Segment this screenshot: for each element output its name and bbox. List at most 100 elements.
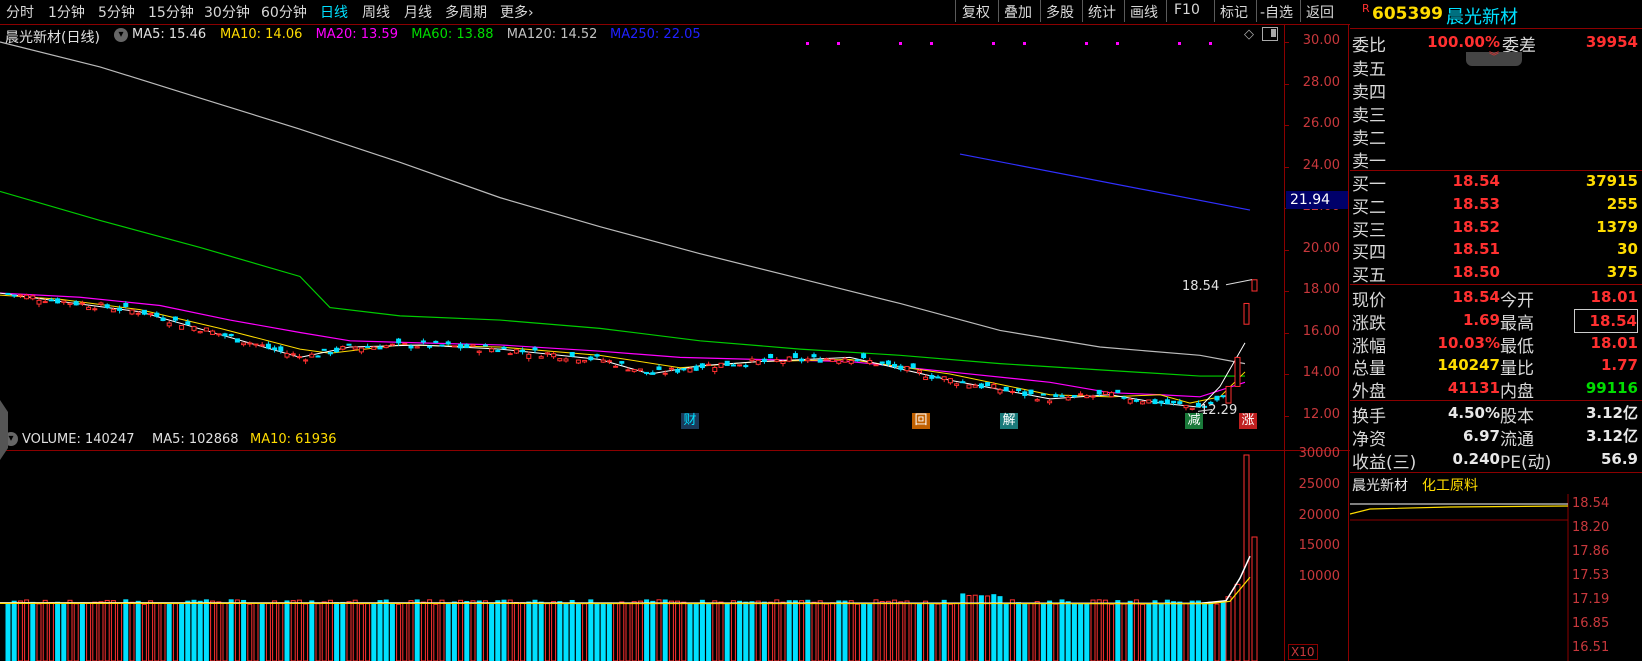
candle-body <box>129 309 135 315</box>
candle-body <box>433 340 439 343</box>
draw-line-button[interactable]: 画线 <box>1130 2 1158 22</box>
volume-bar <box>92 601 98 661</box>
stat-value: 3.12亿 <box>1585 426 1638 445</box>
stat-value: 0.240 <box>1452 449 1500 468</box>
period-tab-multi[interactable]: 多周期 <box>445 2 487 22</box>
sell-level: 卖二 <box>1350 124 1642 149</box>
mark-button[interactable]: 标记 <box>1220 2 1248 22</box>
period-tab-weekly[interactable]: 周线 <box>362 2 390 22</box>
multi-stock-button[interactable]: 多股 <box>1046 2 1074 22</box>
volume-bar <box>606 602 612 661</box>
volume-bar <box>1158 603 1164 661</box>
candle-body <box>365 345 371 348</box>
sell-level-label: 卖三 <box>1352 106 1386 126</box>
event-badge-buyback[interactable]: 回 <box>912 413 930 429</box>
volume-bar <box>1071 603 1077 661</box>
volume-bar <box>123 599 129 661</box>
overlay-button[interactable]: 叠加 <box>1004 2 1032 22</box>
candle-body <box>904 365 910 372</box>
volume-bar <box>892 599 898 661</box>
price-y-tick: 30.00 <box>1302 33 1340 48</box>
event-badge-reduce[interactable]: 减 <box>1185 413 1203 429</box>
candlestick-chart[interactable] <box>0 24 1284 450</box>
candle-body <box>997 389 1003 394</box>
stat-value: 4.50% <box>1447 404 1500 422</box>
volume-bar <box>706 603 712 661</box>
divider <box>1350 284 1642 285</box>
volume-bar <box>966 594 972 661</box>
volume-bar <box>1040 603 1046 661</box>
adjust-rights-button[interactable]: 复权 <box>962 2 990 22</box>
candle-body <box>712 366 718 373</box>
ma5-line <box>0 292 1246 408</box>
panel-divider <box>1348 24 1349 661</box>
candle-body <box>755 359 761 365</box>
volume-bar <box>11 600 17 661</box>
statistics-button[interactable]: 统计 <box>1088 2 1116 22</box>
mini-y-tick: 18.54 <box>1572 496 1610 511</box>
period-tab-5min[interactable]: 5分钟 <box>98 2 135 22</box>
candle-body <box>17 294 23 297</box>
volume-bar <box>749 601 755 661</box>
period-tab-more[interactable]: 更多› <box>500 2 534 22</box>
candle-body <box>98 302 104 305</box>
period-tab-60min[interactable]: 60分钟 <box>261 2 307 22</box>
candle-body <box>805 358 811 362</box>
volume-bar <box>1016 602 1022 661</box>
buy-level: 买四 18.51 30 <box>1350 238 1642 263</box>
candle-body <box>427 345 433 348</box>
volume-bar <box>1152 600 1158 661</box>
candle-body <box>978 383 984 389</box>
candle-body <box>768 353 774 359</box>
candle-body <box>551 353 557 358</box>
candle-body <box>507 353 513 356</box>
volume-bar <box>327 599 333 661</box>
volume-chart[interactable] <box>0 451 1284 661</box>
candle-body <box>5 292 11 295</box>
volume-bar <box>904 600 910 661</box>
candle-body <box>743 365 749 368</box>
volume-bar <box>600 603 606 661</box>
volume-bar <box>179 603 185 661</box>
candle-body <box>1084 395 1090 399</box>
candle-body <box>1034 399 1040 402</box>
volume-bar <box>166 603 172 661</box>
buy-level-label: 买一 <box>1352 175 1386 195</box>
stat-value: 18.01 <box>1590 333 1638 352</box>
signal-marker <box>992 42 995 45</box>
period-tab-30min[interactable]: 30分钟 <box>204 2 250 22</box>
chart-area[interactable]: 晨光新材(日线) ▾ MA5: 15.46 MA10: 14.06 MA20: 13… <box>0 24 1350 661</box>
period-tab-intraday[interactable]: 分时 <box>6 2 34 22</box>
volume-bar <box>278 602 284 661</box>
volume-bar <box>947 603 953 661</box>
volume-bar <box>476 600 482 661</box>
candle-body <box>61 300 67 303</box>
signal-marker <box>899 42 902 45</box>
candle-body <box>650 372 656 375</box>
volume-bar <box>36 603 42 661</box>
candle-body <box>799 358 805 362</box>
remove-watchlist-button[interactable]: -自选 <box>1260 2 1293 22</box>
event-badge-earnings[interactable]: 财 <box>681 413 699 429</box>
volume-bar <box>284 600 290 661</box>
candle-body <box>1109 392 1115 398</box>
event-badge-unlock[interactable]: 解 <box>1000 413 1018 429</box>
candle-body <box>613 365 619 368</box>
mini-chart-sector[interactable]: 化工原料 <box>1422 475 1478 495</box>
candle-body <box>730 364 736 367</box>
candle-body <box>371 346 377 350</box>
f10-button[interactable]: F10 <box>1174 2 1200 18</box>
volume-bar <box>346 601 352 661</box>
period-tab-monthly[interactable]: 月线 <box>404 2 432 22</box>
volume-bar <box>104 599 110 661</box>
volume-bar <box>941 599 947 661</box>
volume-bar <box>98 601 104 661</box>
candle-body <box>1152 399 1158 405</box>
period-tab-daily[interactable]: 日线 <box>320 2 348 22</box>
back-button[interactable]: 返回 <box>1306 2 1334 22</box>
volume-bar <box>923 600 929 661</box>
candle-body <box>910 363 916 369</box>
event-badge-limit-up[interactable]: 涨 <box>1239 413 1257 429</box>
period-tab-1min[interactable]: 1分钟 <box>48 2 85 22</box>
period-tab-15min[interactable]: 15分钟 <box>148 2 194 22</box>
